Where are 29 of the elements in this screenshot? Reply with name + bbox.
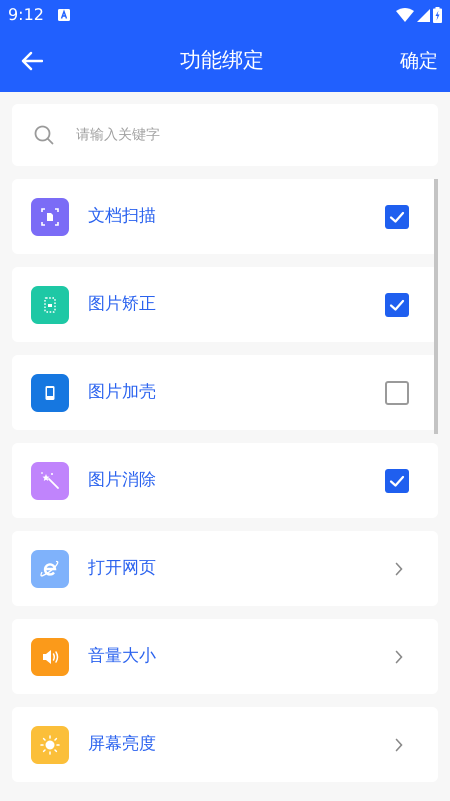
chevron-right-icon — [395, 562, 403, 576]
item-label: 图片矫正 — [88, 292, 157, 316]
checkbox[interactable] — [385, 204, 409, 228]
item-label: 文档扫描 — [88, 204, 157, 228]
back-arrow-icon — [21, 51, 43, 71]
wifi-icon — [396, 8, 414, 22]
confirm-button[interactable]: 确定 — [400, 46, 438, 76]
item-label: 图片消除 — [88, 468, 157, 492]
item-label: 打开网页 — [88, 556, 157, 580]
signal-icon — [417, 8, 430, 22]
function-item[interactable]: 音量大小 — [12, 619, 438, 694]
item-label: 音量大小 — [88, 644, 157, 668]
status-time: 9:12 — [8, 4, 44, 26]
checkbox[interactable] — [385, 292, 409, 316]
search-field[interactable]: 请输入关键字 — [12, 104, 438, 166]
back-button[interactable] — [20, 49, 44, 73]
checkbox[interactable] — [385, 468, 409, 492]
search-icon — [34, 125, 54, 145]
chevron-right-icon — [395, 738, 403, 752]
function-item[interactable]: 图片消除 — [12, 443, 438, 518]
chevron-right-icon — [395, 650, 403, 664]
battery-charging-icon — [433, 7, 442, 23]
keyboard-notification-icon — [58, 9, 70, 21]
page-title: 功能绑定 — [180, 47, 264, 74]
item-label: 图片加壳 — [88, 380, 157, 404]
function-item[interactable]: 屏幕亮度 — [12, 707, 438, 782]
function-item[interactable]: 打开网页 — [12, 531, 438, 606]
checkbox[interactable] — [385, 380, 409, 404]
item-label: 屏幕亮度 — [88, 732, 157, 756]
